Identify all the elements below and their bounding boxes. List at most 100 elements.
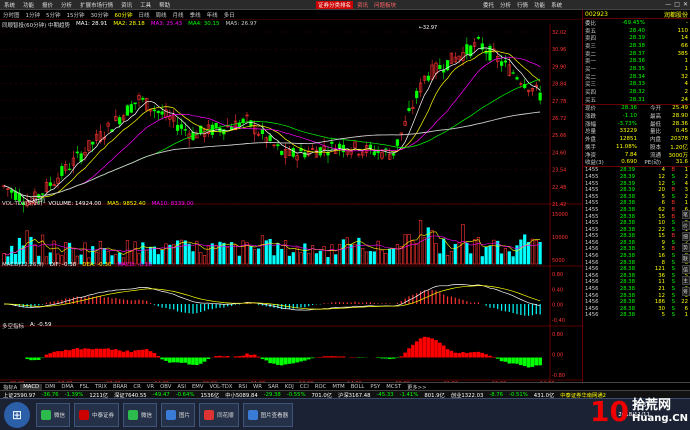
menu-item-0[interactable]: 系统	[0, 1, 19, 9]
indicator-tab-1[interactable]: MACD	[20, 383, 43, 390]
menu-right-item-0[interactable]: 委托	[480, 1, 497, 9]
period-2[interactable]: 5分钟	[43, 11, 64, 19]
volume-ma5: MA5: 9852.40	[107, 201, 146, 207]
candle-body	[499, 61, 504, 66]
menu-right-item-4[interactable]: 系统	[548, 1, 565, 9]
trade-row: 1455 28.39 4 B 1	[583, 167, 690, 174]
menu-item-3[interactable]: 分析	[57, 1, 76, 9]
menu-item-5[interactable]: 资讯	[117, 1, 136, 9]
period-0[interactable]: 分时图	[0, 11, 23, 19]
volume-bar	[488, 245, 492, 265]
indicator-tab-22[interactable]: MCST	[383, 384, 404, 390]
indicator-tab-21[interactable]: PSY	[367, 384, 383, 390]
side-tab-3[interactable]: 势	[682, 243, 690, 252]
indicator-tab-18[interactable]: ROC	[312, 384, 330, 390]
menu-item-4[interactable]: 扩展市场行情	[76, 1, 117, 9]
indicator-tab-12[interactable]: VOL-TDX	[206, 384, 235, 390]
maximize-icon[interactable]: □	[674, 1, 680, 8]
candle-body	[60, 166, 64, 176]
trading-app-window: 系统 功能 报价 分析 扩展市场行情 资讯 工具 帮助 证券分类排名 资讯 问题板块 委托 分析 行情 功能…	[0, 0, 690, 430]
menu-center-item-2[interactable]: 问题板块	[372, 1, 398, 9]
side-tab-4[interactable]: 联	[682, 254, 690, 263]
taskbar-task[interactable]: 同花顺	[199, 402, 239, 427]
period-8[interactable]: 月线	[170, 11, 187, 19]
period-10[interactable]: 年线	[204, 11, 221, 19]
menu-item-1[interactable]: 功能	[19, 1, 38, 9]
candle-body	[268, 135, 272, 142]
indicator-tab-3[interactable]: DMA	[58, 384, 76, 390]
indicator-tab-7[interactable]: CR	[130, 384, 143, 390]
volume-bar	[511, 256, 515, 265]
candle-body	[407, 107, 411, 112]
period-11[interactable]: 多日	[221, 11, 238, 19]
trade-price: 28.38	[619, 233, 635, 240]
side-tab-0[interactable]: 笔	[682, 210, 690, 219]
indicator-tab-2[interactable]: DMI	[42, 384, 58, 390]
candle-body	[67, 168, 72, 170]
menu-center-item-1[interactable]: 资讯	[355, 1, 370, 9]
menu-item-2[interactable]: 报价	[38, 1, 57, 9]
indicator-tab-10[interactable]: ASI	[174, 384, 189, 390]
candle-body	[515, 77, 519, 80]
minimize-icon[interactable]: —	[665, 1, 671, 8]
orderbook-price: 28.33	[629, 81, 645, 88]
taskbar-task[interactable]: 图片	[161, 402, 196, 427]
taskbar-task[interactable]: 中泰证券	[74, 402, 120, 427]
indicator-tab-15[interactable]: SAR	[265, 384, 282, 390]
period-1[interactable]: 1分钟	[23, 11, 44, 19]
menu-item-6[interactable]: 工具	[136, 1, 155, 9]
taskbar-task[interactable]: 图片查看器	[242, 402, 294, 427]
menu-right-item-1[interactable]: 分析	[497, 1, 514, 9]
indicator-tabs: 指标A MACD DMI DMA FSL TRIX BRAR CR VR OBV ASI EMV VOL…	[0, 382, 690, 391]
orderbook-price: 28.39	[629, 35, 645, 42]
taskbar-task[interactable]: 微信	[36, 402, 71, 427]
candle-body	[395, 139, 400, 146]
indicator-tab-19[interactable]: MTM	[329, 384, 347, 390]
volume-ma10: MA10: 8339.00	[151, 201, 194, 207]
volume-bar	[191, 251, 195, 265]
trade-volume: 16	[658, 253, 665, 260]
period-5[interactable]: 60分钟	[112, 11, 136, 19]
period-7[interactable]: 周线	[153, 11, 170, 19]
indicator-tab-16[interactable]: KDJ	[282, 384, 297, 390]
trade-time: 1456	[585, 305, 599, 312]
side-tab-7[interactable]: 筹	[682, 287, 690, 296]
trade-direction: B	[671, 233, 675, 240]
indicator-tab-9[interactable]: OBV	[157, 384, 174, 390]
indicator-tab-6[interactable]: BRAR	[110, 384, 130, 390]
osc-tick: -0.80	[552, 373, 565, 379]
volume-bar	[341, 239, 346, 265]
period-9[interactable]: 季线	[187, 11, 204, 19]
menu-right-item-2[interactable]: 行情	[514, 1, 531, 9]
volume-bar	[484, 246, 488, 265]
side-tab-6[interactable]: 主	[682, 276, 690, 285]
task-label: 中泰证券	[92, 412, 115, 419]
indicator-tab-5[interactable]: TRIX	[92, 384, 110, 390]
indicator-tab-4[interactable]: FSL	[77, 384, 92, 390]
volume-bar	[156, 254, 160, 265]
side-tab-2[interactable]: 细	[682, 232, 690, 241]
start-button[interactable]: ⊞	[4, 401, 30, 428]
side-tab-1[interactable]: 价	[682, 221, 690, 230]
indicator-tab-17[interactable]: CCI	[297, 384, 312, 390]
menu-right-item-3[interactable]: 功能	[531, 1, 548, 9]
indicator-tab-11[interactable]: EMV	[189, 384, 207, 390]
osc-value: A: -0.59	[30, 322, 52, 328]
period-3[interactable]: 15分钟	[64, 11, 88, 19]
indicator-tab-20[interactable]: BOLL	[348, 384, 368, 390]
indicator-tab-14[interactable]: WR	[250, 384, 265, 390]
candle-body	[280, 150, 284, 155]
indicator-tab-13[interactable]: RSI	[235, 384, 250, 390]
period-6[interactable]: 日线	[136, 11, 153, 19]
taskbar-task[interactable]: 微信	[123, 402, 158, 427]
indicator-tab-8[interactable]: VR	[144, 384, 157, 390]
menu-center-item-0[interactable]: 证券分类排名	[316, 1, 354, 9]
close-icon[interactable]: ✕	[683, 1, 688, 8]
trade-time: 1456	[585, 292, 599, 299]
volume-bar	[434, 243, 438, 265]
trade-volume: 186	[654, 299, 665, 306]
period-4[interactable]: 30分钟	[88, 11, 112, 19]
menu-item-7[interactable]: 帮助	[155, 1, 174, 9]
side-tab-5[interactable]: 值	[682, 265, 690, 274]
volume-bar	[372, 251, 376, 265]
